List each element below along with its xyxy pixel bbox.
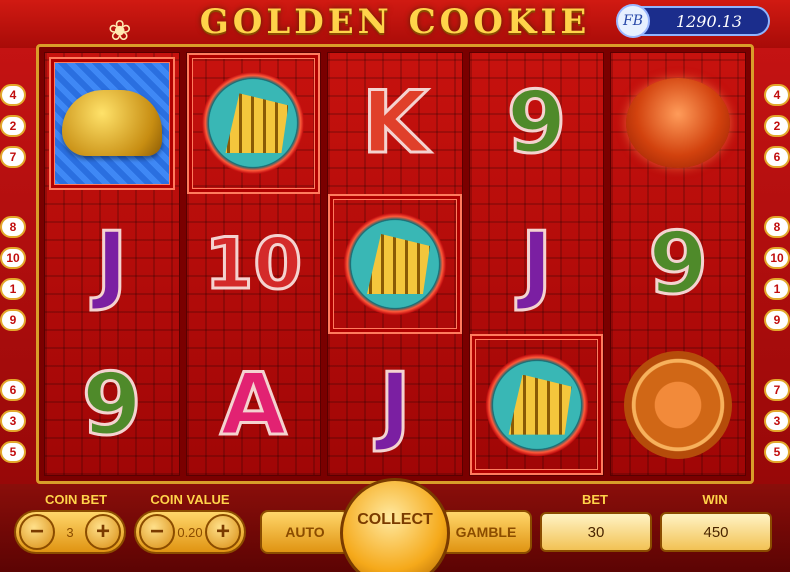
win-label: WIN: [702, 492, 728, 507]
payline-badge[interactable]: 10: [0, 247, 26, 269]
plus-icon: +: [95, 518, 110, 545]
payline-badge[interactable]: 3: [764, 410, 790, 432]
card-symbol-A: A: [219, 353, 289, 456]
junk-ship-icon: [480, 348, 593, 461]
reels: J 9 10 A K J 9 J 9: [44, 52, 746, 476]
coin-bet-label: COIN BET: [44, 492, 108, 507]
reel-symbol: A: [187, 334, 321, 475]
payline-badge[interactable]: 6: [0, 379, 26, 401]
coin-bet-stepper: − 3 +: [14, 510, 126, 554]
payline-badge[interactable]: 4: [0, 84, 26, 106]
card-symbol-J: J: [519, 212, 554, 315]
reel-symbol: 9: [45, 334, 179, 475]
reel-symbol: [328, 194, 462, 335]
auto-button[interactable]: AUTO: [260, 510, 350, 554]
chinese-coin-icon: [624, 350, 733, 459]
payline-badge[interactable]: 1: [764, 278, 790, 300]
reel-symbol: 10: [187, 194, 321, 335]
win-value: 450: [660, 512, 772, 552]
card-symbol-J: J: [94, 212, 129, 315]
coin-value-label: COIN VALUE: [150, 492, 230, 507]
plus-icon: +: [215, 518, 230, 545]
reel-symbol: 9: [470, 53, 604, 194]
reel-symbol: J: [470, 194, 604, 335]
minus-icon: −: [149, 518, 164, 545]
reel-symbol: J: [328, 334, 462, 475]
reel-3: KJ: [327, 52, 463, 476]
fortune-cookie-icon: [61, 90, 162, 157]
balance-value: 1290.13: [675, 11, 743, 31]
coin-value-stepper: − 0.20 +: [134, 510, 246, 554]
payline-badge[interactable]: 5: [764, 441, 790, 463]
coin-bet-value: 3: [66, 524, 74, 540]
payline-badge[interactable]: 2: [764, 115, 790, 137]
reel-symbol: [49, 57, 175, 190]
payline-badge[interactable]: 9: [0, 309, 26, 331]
ship-sail: [366, 233, 430, 294]
minus-icon: −: [29, 518, 44, 545]
card-symbol-9: 9: [505, 72, 568, 175]
coin-value-value: 0.20: [177, 524, 203, 540]
fb-logo: FB: [616, 4, 650, 38]
reel-2: 10 A: [185, 52, 322, 476]
payline-badge[interactable]: 6: [764, 146, 790, 168]
coin-value-minus-button[interactable]: −: [139, 514, 175, 550]
reel-1: J9: [44, 52, 180, 476]
payline-badge[interactable]: 7: [764, 379, 790, 401]
bet-label: BET: [582, 492, 608, 507]
payline-badge[interactable]: 7: [0, 146, 26, 168]
payline-badge[interactable]: 10: [764, 247, 790, 269]
payline-badge[interactable]: 9: [764, 309, 790, 331]
reel-symbol: [187, 53, 321, 194]
card-symbol-9: 9: [647, 212, 710, 315]
payline-indicators-left: 4 2 7 8 10 1 9 6 3 5: [0, 84, 26, 472]
gold-bowl-icon: [626, 78, 731, 169]
reel-symbol: 9: [611, 194, 745, 335]
payline-badge[interactable]: 8: [764, 216, 790, 238]
card-symbol-J: J: [377, 353, 412, 456]
payline-badge[interactable]: 4: [764, 84, 790, 106]
reel-symbol: K: [328, 53, 462, 194]
reel-4: 9J: [468, 52, 605, 476]
ship-sail: [225, 93, 289, 154]
ship-sail: [508, 374, 572, 435]
reel-5: 9: [610, 52, 746, 476]
reel-symbol: J: [45, 194, 179, 335]
bet-value: 30: [540, 512, 652, 552]
payline-badge[interactable]: 2: [0, 115, 26, 137]
reel-symbol: [611, 53, 745, 194]
coin-value-plus-button[interactable]: +: [205, 514, 241, 550]
gamble-button[interactable]: GAMBLE: [440, 510, 532, 554]
payline-badge[interactable]: 5: [0, 441, 26, 463]
reel-symbol: [470, 334, 604, 475]
card-symbol-9: 9: [80, 353, 143, 456]
balance-box: FB 1290.13: [616, 4, 770, 38]
junk-ship-icon: [197, 67, 310, 180]
payline-badge[interactable]: 1: [0, 278, 26, 300]
coin-bet-plus-button[interactable]: +: [84, 514, 121, 550]
payline-indicators-right: 4 2 6 8 10 1 9 7 3 5: [764, 84, 790, 472]
coin-bet-minus-button[interactable]: −: [19, 514, 55, 550]
reel-symbol: [611, 334, 745, 475]
junk-ship-icon: [338, 207, 451, 320]
payline-badge[interactable]: 8: [0, 216, 26, 238]
payline-badge[interactable]: 3: [0, 410, 26, 432]
card-symbol-K: K: [360, 72, 430, 175]
card-symbol-10: 10: [203, 221, 303, 306]
